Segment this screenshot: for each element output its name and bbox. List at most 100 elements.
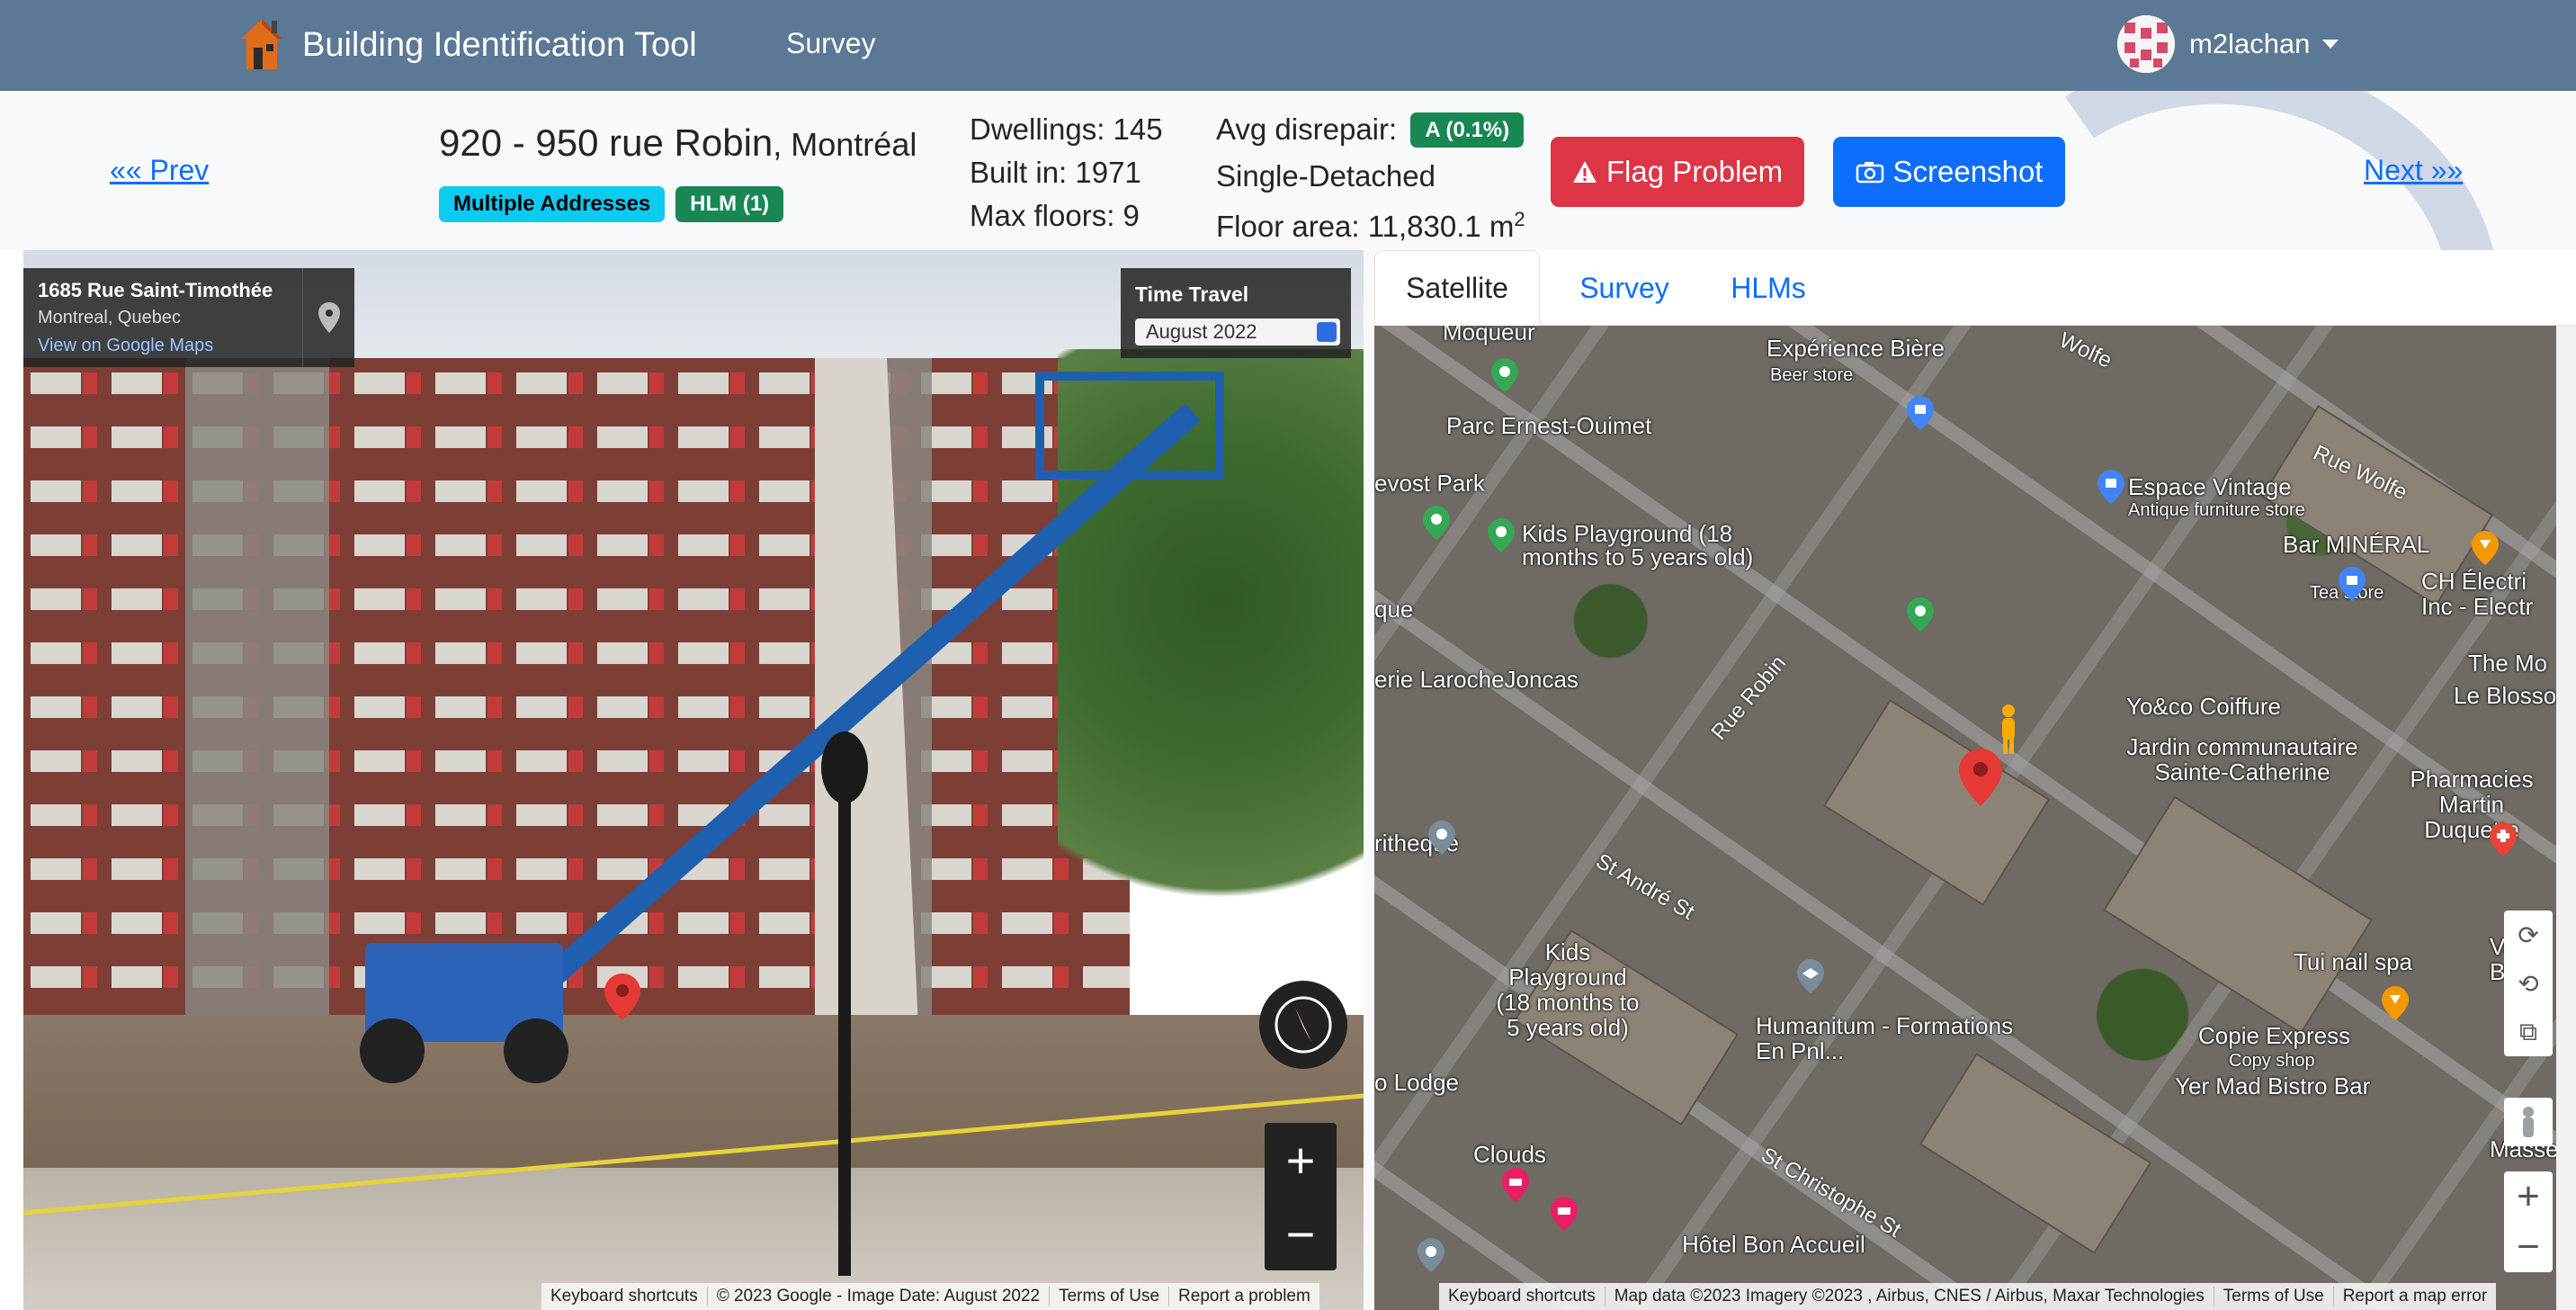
- map-keyboard-shortcuts-link[interactable]: Keyboard shortcuts: [1439, 1287, 1605, 1306]
- building-type-stat: Single-Detached: [1216, 159, 1436, 193]
- street-view-zoom-control: + −: [1265, 1123, 1337, 1270]
- map-label: Moqueur: [1443, 326, 1535, 345]
- compass-control[interactable]: [1259, 981, 1347, 1069]
- park-pin-icon[interactable]: [1491, 358, 1518, 392]
- park-pin-icon[interactable]: [1423, 506, 1450, 540]
- built-in-stat: Built in: 1971: [970, 156, 1141, 189]
- zoom-out-button[interactable]: −: [1265, 1197, 1337, 1270]
- hotel-pin-icon[interactable]: [1502, 1168, 1529, 1202]
- time-travel-control: Time Travel August 2022: [1121, 268, 1351, 358]
- brand[interactable]: Building Identification Tool: [236, 13, 697, 77]
- next-link[interactable]: Next »»: [2364, 154, 2463, 187]
- address-city: , Montréal: [773, 126, 917, 163]
- street-view-pegman-button[interactable]: [2504, 1098, 2553, 1146]
- location-title: 1685 Rue Saint-Timothée: [38, 279, 273, 301]
- map-label: Antique furniture store: [2128, 500, 2305, 520]
- select-arrows-icon: [1317, 322, 1337, 342]
- user-menu[interactable]: m2lachan: [2117, 14, 2339, 74]
- shopping-pin-icon[interactable]: [2339, 567, 2366, 601]
- building-stats-col1: Dwellings: 145 Built in: 1971 Max floors…: [970, 108, 1163, 238]
- panel-splitter[interactable]: [1364, 250, 1374, 1310]
- street-view-panel[interactable]: 1685 Rue Saint-Timothée Montreal, Quebec…: [23, 250, 1364, 1310]
- hotel-pin-icon[interactable]: [1551, 1197, 1578, 1231]
- satellite-map[interactable]: Moqueur Expérience Bière Beer store Parc…: [1374, 326, 2556, 1310]
- max-floors-stat: Max floors: 9: [970, 199, 1140, 232]
- multiple-addresses-badge[interactable]: Multiple Addresses: [439, 186, 666, 222]
- tab-hlms[interactable]: HLMs: [1702, 250, 1835, 326]
- map-attribution: Keyboard shortcuts Map data ©2023 Imager…: [1439, 1283, 2497, 1310]
- map-label: evost Park: [1374, 470, 1485, 497]
- map-label: Expérience Bière: [1767, 335, 1945, 362]
- map-pin-button[interactable]: [302, 268, 354, 367]
- terms-of-use-link[interactable]: Terms of Use: [1049, 1287, 1168, 1306]
- image-date-text: © 2023 Google - Image Date: August 2022: [706, 1287, 1049, 1306]
- address-street: 920 - 950 rue Robin: [439, 121, 774, 164]
- map-label: Jardin communautaire Sainte-Catherine: [2126, 733, 2358, 785]
- tab-survey[interactable]: Survey: [1552, 250, 1696, 326]
- screenshot-button[interactable]: Screenshot: [1833, 137, 2065, 207]
- map-label: Espace Vintage: [2128, 473, 2292, 500]
- time-travel-value: August 2022: [1146, 320, 1257, 343]
- prev-link[interactable]: «« Prev: [110, 154, 209, 187]
- time-travel-label: Time Travel: [1135, 283, 1249, 306]
- map-label: Beer store: [1770, 365, 1854, 385]
- building-address: 920 - 950 rue Robin, Montréal: [439, 121, 917, 165]
- road-label: St Christophe St: [1757, 1143, 1906, 1243]
- road-label: Wolfe: [2055, 328, 2115, 373]
- nav-survey-link[interactable]: Survey: [786, 27, 876, 60]
- username: m2lachan: [2189, 28, 2311, 59]
- map-block: [1919, 1053, 2152, 1254]
- street-view-foreground: [23, 372, 1364, 1276]
- map-label: Bar MINÉRAL: [2283, 531, 2430, 558]
- view-on-google-maps-link[interactable]: View on Google Maps: [38, 336, 213, 356]
- rotate-counterclockwise-icon[interactable]: ⟲: [2504, 959, 2553, 1008]
- building-stats-col2: Avg disrepair: A (0.1%) Single-Detached …: [1216, 108, 1525, 248]
- avatar: [2117, 15, 2175, 73]
- location-subtitle: Montreal, Quebec: [38, 308, 181, 328]
- location-marker-icon[interactable]: [604, 974, 640, 1020]
- flag-problem-button[interactable]: Flag Problem: [1551, 137, 1804, 207]
- time-travel-select[interactable]: August 2022: [1135, 319, 1340, 345]
- place-pin-icon[interactable]: [1428, 821, 1455, 855]
- shopping-pin-icon[interactable]: [1907, 396, 1934, 430]
- park-pin-icon[interactable]: [1907, 597, 1934, 632]
- zoom-in-button[interactable]: +: [1265, 1123, 1337, 1197]
- drink-pin-icon[interactable]: [2472, 531, 2499, 565]
- road-label: St André St: [1591, 848, 1699, 925]
- report-problem-link[interactable]: Report a problem: [1168, 1287, 1319, 1306]
- chevron-down-icon: [2322, 40, 2339, 49]
- avg-disrepair-label: Avg disrepair:: [1216, 112, 1398, 146]
- rotate-clockwise-icon[interactable]: ⟳: [2504, 911, 2553, 959]
- tilt-view-icon[interactable]: ⧉: [2504, 1008, 2553, 1056]
- map-rotate-controls: ⟳ ⟲ ⧉: [2504, 911, 2553, 1056]
- street-view-location-card: 1685 Rue Saint-Timothée Montreal, Quebec…: [23, 268, 354, 367]
- tab-satellite[interactable]: Satellite: [1374, 250, 1540, 326]
- map-zoom-in-button[interactable]: +: [2504, 1171, 2553, 1222]
- floor-area-text: Floor area: 11,830.1 m: [1216, 210, 1515, 243]
- map-label: Copie Express: [2198, 1022, 2351, 1049]
- disrepair-badge: A (0.1%): [1410, 112, 1525, 148]
- map-label: Tui nail spa: [2294, 948, 2412, 975]
- map-label: Yer Mad Bistro Bar: [2175, 1072, 2371, 1099]
- map-label: Kids Playground (18 months to 5 years ol…: [1496, 938, 1640, 1041]
- map-label: Copy shop: [2229, 1051, 2315, 1071]
- park-pin-icon[interactable]: [1488, 518, 1515, 552]
- page-scrollbar[interactable]: [2556, 326, 2576, 1310]
- map-label: Parc Ernest-Ouimet: [1446, 412, 1652, 439]
- report-map-error-link[interactable]: Report a map error: [2332, 1287, 2497, 1306]
- hlm-badge[interactable]: HLM (1): [675, 186, 784, 222]
- map-terms-link[interactable]: Terms of Use: [2213, 1287, 2333, 1306]
- flag-problem-label: Flag Problem: [1606, 155, 1784, 188]
- pharmacy-pin-icon[interactable]: [2490, 822, 2517, 857]
- shopping-pin-icon[interactable]: [2097, 470, 2124, 504]
- camera-icon: [1856, 162, 1883, 184]
- keyboard-shortcuts-link[interactable]: Keyboard shortcuts: [541, 1287, 707, 1306]
- drink-pin-icon[interactable]: [2382, 986, 2409, 1020]
- pegman-icon[interactable]: [1995, 704, 2022, 758]
- house-logo-icon: [236, 15, 288, 75]
- map-zoom-out-button[interactable]: −: [2504, 1222, 2553, 1272]
- road-label: Rue Robin: [1706, 651, 1792, 745]
- school-pin-icon[interactable]: [1797, 959, 1824, 993]
- place-pin-icon[interactable]: [1418, 1238, 1445, 1272]
- screenshot-label: Screenshot: [1892, 155, 2044, 188]
